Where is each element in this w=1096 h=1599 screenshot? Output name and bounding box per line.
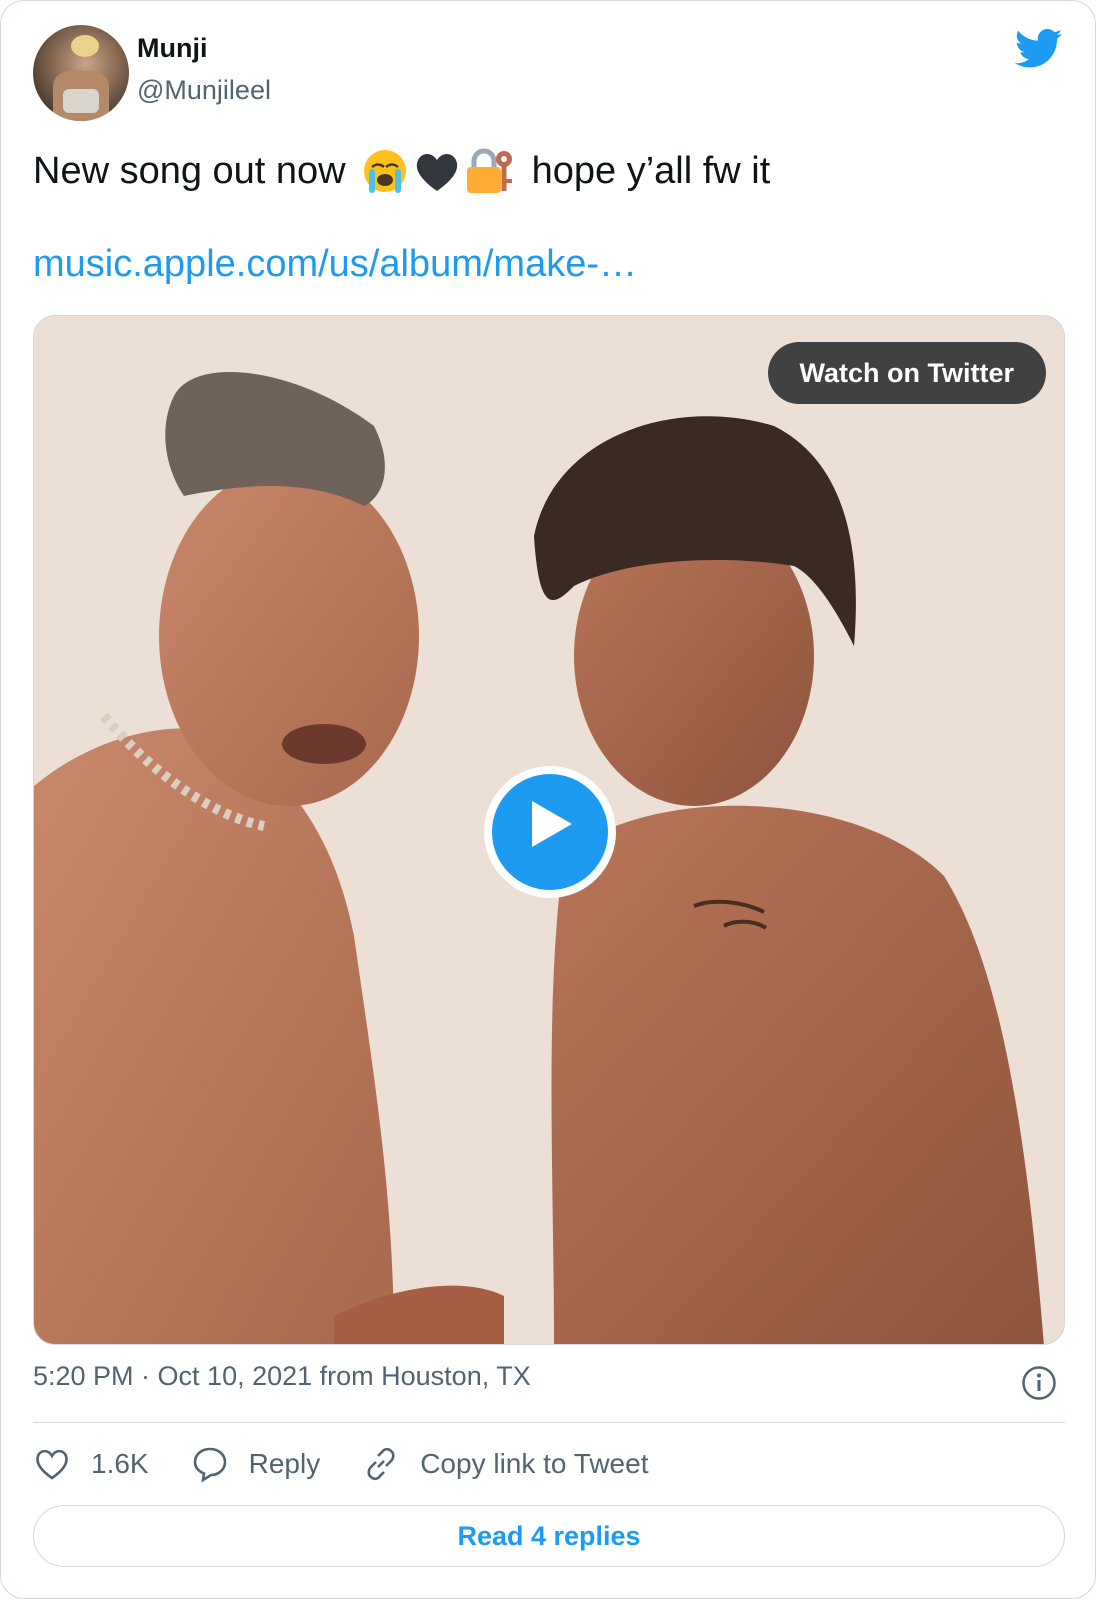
tweet-text-start: New song out now xyxy=(33,149,346,192)
black-heart-icon xyxy=(416,154,457,191)
author-avatar[interactable] xyxy=(33,25,129,121)
tweet-link[interactable]: music.apple.com/us/album/make-… xyxy=(33,243,637,286)
copy-link-button[interactable]: Copy link to Tweet xyxy=(362,1445,648,1483)
locked-with-key-icon xyxy=(466,148,512,193)
video-media[interactable]: Watch on Twitter xyxy=(33,315,1065,1345)
reply-bubble-icon xyxy=(193,1447,226,1483)
reply-button[interactable]: Reply xyxy=(191,1445,321,1483)
tweet-actions: 1.6K Reply Copy link to Tweet xyxy=(33,1442,690,1486)
like-button[interactable]: 1.6K xyxy=(33,1446,149,1482)
divider xyxy=(33,1422,1065,1423)
link-icon xyxy=(367,1447,395,1481)
read-replies-button[interactable]: Read 4 replies xyxy=(33,1505,1065,1567)
tweet-emojis xyxy=(360,147,518,195)
author-handle[interactable]: @Munjileel xyxy=(137,75,271,106)
loudly-crying-face-icon xyxy=(363,150,406,193)
twitter-bird-icon[interactable] xyxy=(1015,29,1063,69)
like-count: 1.6K xyxy=(91,1448,149,1479)
reply-label: Reply xyxy=(248,1448,321,1479)
tweet-text-end: hope y’all fw it xyxy=(531,149,771,192)
tweet-timestamp[interactable]: 5:20 PM · Oct 10, 2021 from Houston, TX xyxy=(33,1361,531,1392)
info-icon[interactable] xyxy=(1021,1365,1057,1401)
heart-icon xyxy=(36,1449,68,1480)
tweet-card: Munji @Munjileel New song out now hope y… xyxy=(0,0,1096,1599)
tweet-text: New song out now hope y’all fw it xyxy=(33,147,770,195)
copy-link-label: Copy link to Tweet xyxy=(420,1448,649,1479)
play-button[interactable] xyxy=(484,766,616,898)
author-name[interactable]: Munji xyxy=(137,33,207,64)
play-icon xyxy=(532,801,572,847)
watch-on-twitter-button[interactable]: Watch on Twitter xyxy=(767,342,1046,404)
